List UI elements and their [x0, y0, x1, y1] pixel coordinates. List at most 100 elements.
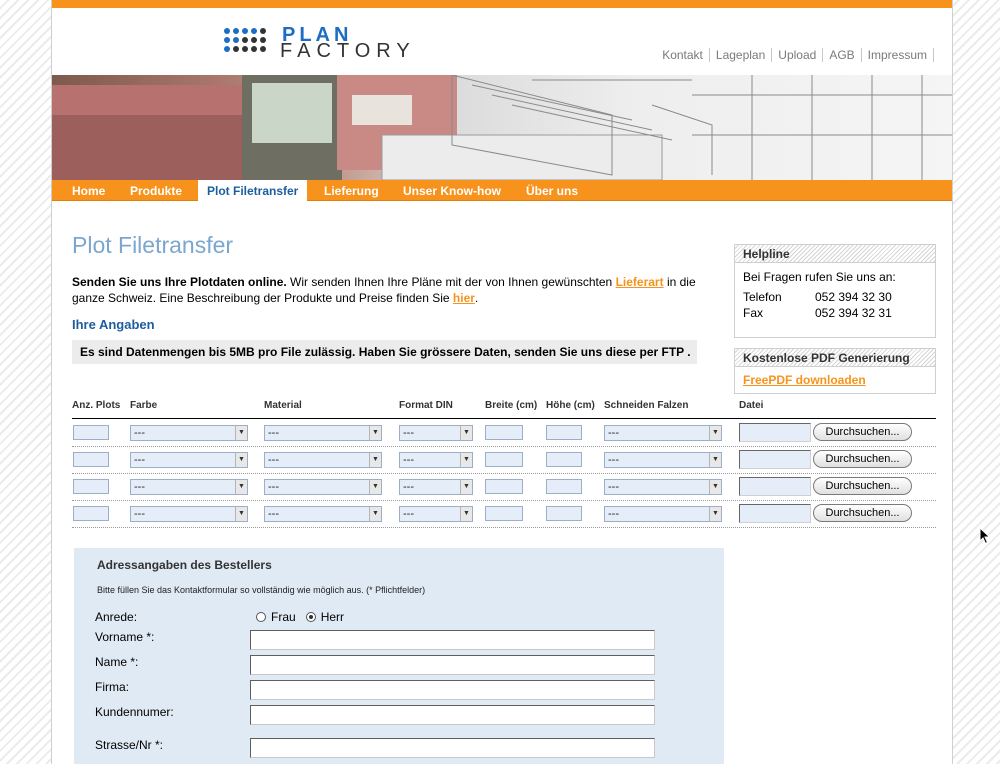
- browse-button[interactable]: Durchsuchen...: [813, 504, 912, 522]
- radio-frau-label: Frau: [271, 610, 296, 624]
- chevron-down-icon: ▼: [369, 507, 381, 521]
- file-path-field[interactable]: [739, 423, 811, 442]
- plan-factory-logo[interactable]: PLAN FACTORY: [224, 24, 424, 62]
- firma-label: Firma:: [95, 680, 129, 694]
- banner-illustration: [52, 75, 952, 180]
- col-header-breite: Breite (cm): [485, 400, 538, 411]
- intro-text: Senden Sie uns Ihre Plotdaten online. Wi…: [72, 274, 712, 306]
- nav-ueber-uns[interactable]: Über uns: [526, 180, 578, 201]
- hier-link[interactable]: hier: [453, 291, 475, 305]
- anz-plots-input[interactable]: [73, 452, 109, 467]
- name-label: Name *:: [95, 655, 139, 669]
- top-nav: Kontakt Lageplan Upload AGB Impressum: [656, 48, 934, 62]
- pdf-box-title: Kostenlose PDF Generierung: [735, 349, 935, 367]
- phone-number: 052 394 32 30: [815, 290, 892, 304]
- col-header-material: Material: [264, 400, 302, 411]
- section-title-angaben: Ihre Angaben: [72, 317, 155, 332]
- schneiden-falzen-select[interactable]: --- ▼: [604, 479, 722, 495]
- top-orange-bar: [52, 0, 952, 8]
- file-path-field[interactable]: [739, 477, 811, 496]
- anz-plots-input[interactable]: [73, 506, 109, 521]
- chevron-down-icon: ▼: [369, 480, 381, 494]
- file-path-field[interactable]: [739, 504, 811, 523]
- top-nav-impressum[interactable]: Impressum: [861, 48, 934, 62]
- nav-home[interactable]: Home: [72, 180, 105, 201]
- nav-lieferung[interactable]: Lieferung: [324, 180, 379, 201]
- chevron-down-icon: ▼: [235, 480, 247, 494]
- logo-text-factory: FACTORY: [280, 40, 416, 62]
- nav-produkte[interactable]: Produkte: [130, 180, 182, 201]
- anrede-label: Anrede:: [95, 610, 138, 624]
- name-input[interactable]: [250, 655, 655, 675]
- format-din-select[interactable]: --- ▼: [399, 452, 473, 468]
- browse-button[interactable]: Durchsuchen...: [813, 450, 912, 468]
- file-path-field[interactable]: [739, 450, 811, 469]
- col-header-schneiden-falzen: Schneiden Falzen: [604, 400, 689, 411]
- col-header-datei: Datei: [739, 400, 764, 411]
- format-din-select[interactable]: --- ▼: [399, 506, 473, 522]
- schneiden-falzen-select[interactable]: --- ▼: [604, 506, 722, 522]
- nav-plot-filetransfer[interactable]: Plot Filetransfer: [198, 180, 308, 201]
- material-select[interactable]: --- ▼: [264, 479, 382, 495]
- address-form-note: Bitte füllen Sie das Kontaktformular so …: [97, 585, 426, 595]
- chevron-down-icon: ▼: [235, 426, 247, 440]
- top-nav-agb[interactable]: AGB: [823, 48, 862, 62]
- table-row: --- ▼ --- ▼ --- ▼ --- ▼ Durchsuchen...: [72, 501, 936, 528]
- farbe-select[interactable]: --- ▼: [130, 425, 248, 441]
- hoehe-input[interactable]: [546, 452, 582, 467]
- vorname-input[interactable]: [250, 630, 655, 650]
- format-din-select[interactable]: --- ▼: [399, 479, 473, 495]
- schneiden-falzen-select[interactable]: --- ▼: [604, 425, 722, 441]
- table-row: --- ▼ --- ▼ --- ▼ --- ▼ Durchsuchen...: [72, 420, 936, 447]
- chevron-down-icon: ▼: [709, 426, 721, 440]
- material-select[interactable]: --- ▼: [264, 452, 382, 468]
- hoehe-input[interactable]: [546, 479, 582, 494]
- farbe-select[interactable]: --- ▼: [130, 452, 248, 468]
- chevron-down-icon: ▼: [709, 480, 721, 494]
- radio-frau[interactable]: [256, 612, 266, 622]
- phone-label: Telefon: [743, 290, 782, 304]
- firma-input[interactable]: [250, 680, 655, 700]
- header-banner-image: [52, 75, 952, 180]
- breite-input[interactable]: [485, 479, 523, 494]
- material-select[interactable]: --- ▼: [264, 425, 382, 441]
- chevron-down-icon: ▼: [369, 426, 381, 440]
- lieferart-link[interactable]: Lieferart: [616, 275, 664, 289]
- strasse-label: Strasse/Nr *:: [95, 738, 164, 752]
- chevron-down-icon: ▼: [460, 480, 472, 494]
- format-din-select[interactable]: --- ▼: [399, 425, 473, 441]
- kundennummer-label: Kundennumer:: [95, 705, 174, 719]
- radio-herr[interactable]: [305, 612, 316, 622]
- nav-unser-know-how[interactable]: Unser Know-how: [403, 180, 501, 201]
- browse-button[interactable]: Durchsuchen...: [813, 423, 912, 441]
- chevron-down-icon: ▼: [235, 507, 247, 521]
- hoehe-input[interactable]: [546, 425, 582, 440]
- chevron-down-icon: ▼: [460, 426, 472, 440]
- table-row: --- ▼ --- ▼ --- ▼ --- ▼ Durchsuchen...: [72, 447, 936, 474]
- breite-input[interactable]: [485, 425, 523, 440]
- helpline-intro: Bei Fragen rufen Sie uns an:: [743, 270, 896, 284]
- address-form-title: Adressangaben des Bestellers: [97, 558, 272, 572]
- page-title: Plot Filetransfer: [72, 232, 234, 258]
- hoehe-input[interactable]: [546, 506, 582, 521]
- mouse-pointer-icon: [979, 527, 991, 545]
- anz-plots-input[interactable]: [73, 479, 109, 494]
- chevron-down-icon: ▼: [709, 507, 721, 521]
- col-header-anz-plots: Anz. Plots: [72, 400, 121, 411]
- breite-input[interactable]: [485, 506, 523, 521]
- strasse-input[interactable]: [250, 738, 655, 758]
- schneiden-falzen-select[interactable]: --- ▼: [604, 452, 722, 468]
- browse-button[interactable]: Durchsuchen...: [813, 477, 912, 495]
- top-nav-lageplan[interactable]: Lageplan: [709, 48, 773, 62]
- anz-plots-input[interactable]: [73, 425, 109, 440]
- intro-part1: Wir senden Ihnen Ihre Pläne mit der von …: [286, 275, 616, 289]
- freepdf-download-link[interactable]: FreePDF downloaden: [735, 367, 935, 393]
- top-nav-kontakt[interactable]: Kontakt: [656, 48, 710, 62]
- breite-input[interactable]: [485, 452, 523, 467]
- top-nav-upload[interactable]: Upload: [772, 48, 824, 62]
- material-select[interactable]: --- ▼: [264, 506, 382, 522]
- farbe-select[interactable]: --- ▼: [130, 506, 248, 522]
- col-header-farbe: Farbe: [130, 400, 158, 411]
- farbe-select[interactable]: --- ▼: [130, 479, 248, 495]
- kundennummer-input[interactable]: [250, 705, 655, 725]
